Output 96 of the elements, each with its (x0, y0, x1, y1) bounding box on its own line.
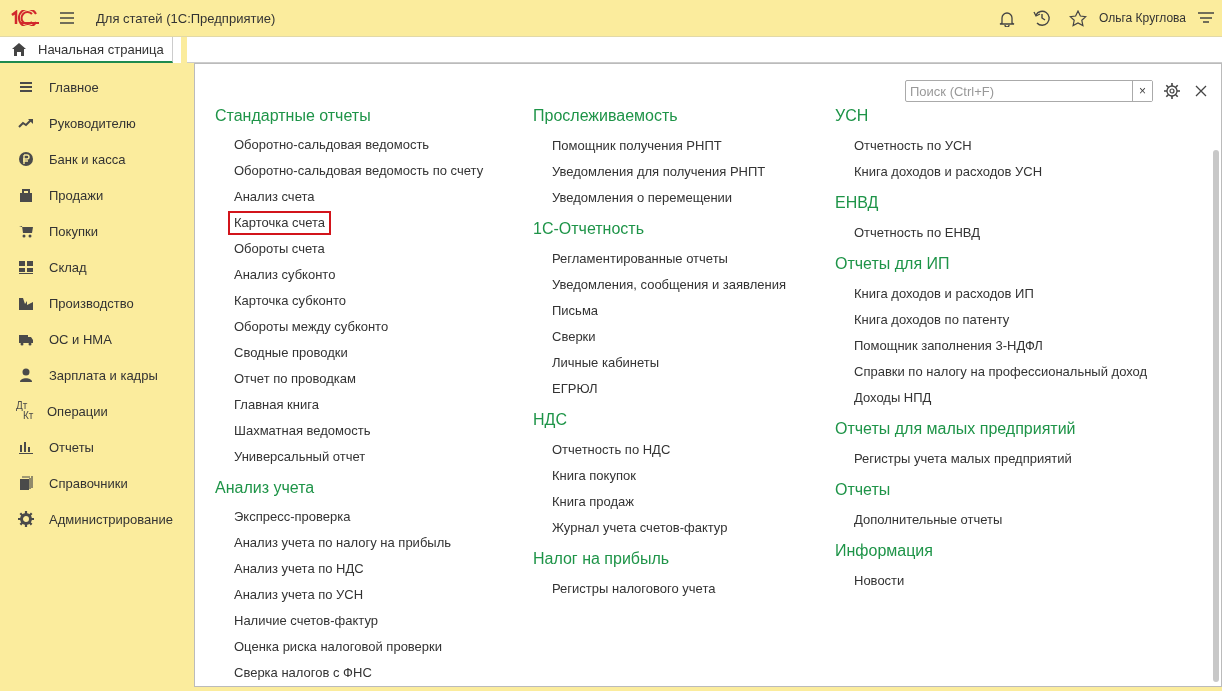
report-link[interactable]: Анализ счета (234, 184, 315, 210)
report-link[interactable]: Помощник заполнения 3-НДФЛ (854, 333, 1043, 359)
section-heading: Отчеты (835, 480, 892, 500)
report-link[interactable]: Шахматная ведомость (234, 418, 371, 444)
report-link[interactable]: Обороты счета (234, 236, 325, 262)
bar-chart-icon (18, 439, 34, 455)
person-icon (18, 367, 34, 383)
sidebar-item[interactable]: Банк и касса (0, 141, 193, 177)
report-link[interactable]: Анализ субконто (234, 262, 336, 288)
home-icon (12, 42, 26, 56)
report-link[interactable]: Регистры налогового учета (552, 576, 716, 602)
report-link[interactable]: Оборотно-сальдовая ведомость (234, 132, 430, 158)
sidebar-item[interactable]: Покупки (0, 213, 193, 249)
sidebar-item[interactable]: Зарплата и кадры (0, 357, 193, 393)
report-link[interactable]: Экспресс-проверка (234, 504, 351, 530)
ruble-icon (18, 151, 34, 167)
section-heading: Отчеты для малых предприятий (835, 419, 1077, 439)
sidebar-item[interactable]: Продажи (0, 177, 193, 213)
section-heading: Отчеты для ИП (835, 254, 951, 274)
report-link[interactable]: Книга продаж (552, 489, 635, 515)
logo-icon (10, 10, 40, 26)
report-link[interactable]: Сводные проводки (234, 340, 348, 366)
sidebar-item[interactable]: ОС и НМА (0, 321, 193, 357)
report-link[interactable]: Уведомления для получения РНПТ (552, 159, 766, 185)
menu-icon[interactable] (60, 12, 74, 24)
sidebar-item[interactable]: Производство (0, 285, 193, 321)
sidebar-item[interactable]: Справочники (0, 465, 193, 501)
report-link[interactable]: Обороты между субконто (234, 314, 389, 340)
clear-button[interactable]: × (1132, 81, 1152, 101)
list-icon (18, 79, 34, 95)
report-link[interactable]: Уведомления, сообщения и заявления (552, 272, 786, 298)
report-link[interactable]: Главная книга (234, 392, 319, 418)
history-icon[interactable] (1033, 9, 1052, 27)
report-link[interactable]: Сверки (552, 324, 596, 350)
sidebar-item[interactable]: Администрирование (0, 501, 193, 537)
report-link[interactable]: Сверка налогов с ФНС (234, 660, 372, 686)
report-link[interactable]: Карточка субконто (234, 288, 346, 314)
report-link[interactable]: Дополнительные отчеты (854, 507, 1003, 533)
report-link[interactable]: Универсальный отчет (234, 444, 366, 470)
report-link[interactable]: ЕГРЮЛ (552, 376, 598, 402)
report-link[interactable]: Анализ учета по НДС (234, 556, 364, 582)
user-name[interactable]: Ольга Круглова (1099, 11, 1186, 25)
sidebar-item[interactable]: Дт Кт Операции (0, 393, 193, 429)
bag-icon (18, 187, 34, 203)
report-link[interactable]: Регламентированные отчеты (552, 246, 728, 272)
factory-icon (18, 295, 34, 311)
section-heading: НДС (533, 410, 568, 430)
section-heading: УСН (835, 106, 870, 126)
report-link[interactable]: Регистры учета малых предприятий (854, 446, 1072, 472)
close-icon[interactable] (1195, 85, 1207, 97)
home-tab[interactable]: Начальная страница (0, 37, 173, 63)
report-link[interactable]: Книга доходов и расходов УСН (854, 159, 1043, 185)
sidebar-item[interactable]: Руководителю (0, 105, 193, 141)
report-link[interactable]: Уведомления о перемещении (552, 185, 733, 211)
report-link[interactable]: Письма (552, 298, 599, 324)
menu-icon[interactable] (1198, 11, 1214, 25)
report-link[interactable]: Анализ учета по налогу на прибыль (234, 530, 452, 556)
grid-icon (18, 259, 34, 275)
bell-icon[interactable] (999, 9, 1016, 27)
settings-icon[interactable] (1163, 82, 1181, 100)
section-heading: Прослеживаемость (533, 106, 679, 126)
section-heading: Стандартные отчеты (215, 106, 372, 126)
report-link[interactable]: Отчетность по НДС (552, 437, 671, 463)
report-link[interactable]: Книга доходов и расходов ИП (854, 281, 1034, 307)
report-link[interactable]: Помощник получения РНПТ (552, 133, 722, 159)
report-link[interactable]: Книга покупок (552, 463, 636, 489)
star-icon[interactable] (1069, 9, 1088, 27)
section-heading: ЕНВД (835, 193, 880, 213)
report-link[interactable]: Доходы НПД (854, 385, 932, 411)
section-heading: Анализ учета (215, 478, 316, 498)
report-link[interactable]: Отчетность по ЕНВД (854, 220, 980, 246)
report-link[interactable]: Анализ учета по УСН (234, 582, 364, 608)
report-link[interactable]: Журнал учета счетов-фактур (552, 515, 728, 541)
report-link[interactable]: Новости (854, 568, 905, 594)
report-link[interactable]: Наличие счетов-фактур (234, 608, 378, 634)
report-link[interactable]: Книга доходов по патенту (854, 307, 1010, 333)
section-heading: Информация (835, 541, 934, 561)
report-link[interactable]: Оборотно-сальдовая ведомость по счету (234, 158, 484, 184)
report-link[interactable]: Отчетность по УСН (854, 133, 972, 159)
report-link[interactable]: Оценка риска налоговой проверки (234, 634, 443, 660)
section-heading: Налог на прибыль (533, 549, 671, 569)
sidebar-item[interactable]: Склад (0, 249, 193, 285)
books-icon (18, 475, 34, 491)
report-link[interactable]: Справки по налогу на профессиональный доход (854, 359, 1148, 385)
section-heading: 1С-Отчетность (533, 219, 645, 239)
gear-icon (18, 511, 34, 527)
sidebar-item[interactable]: Отчеты (0, 429, 193, 465)
report-link[interactable]: Отчет по проводкам (234, 366, 356, 392)
sidebar-item[interactable]: Главное (0, 69, 193, 105)
cart-icon (18, 223, 34, 239)
scrollbar[interactable] (1213, 150, 1219, 682)
report-link[interactable]: Личные кабинеты (552, 350, 660, 376)
search-field[interactable]: Поиск (Ctrl+F) × (905, 80, 1153, 102)
window-title: Для статей (1С:Предприятие) (96, 10, 276, 26)
report-link[interactable]: Карточка счета (229, 212, 331, 234)
debit-credit-icon: Дт Кт (16, 401, 36, 421)
